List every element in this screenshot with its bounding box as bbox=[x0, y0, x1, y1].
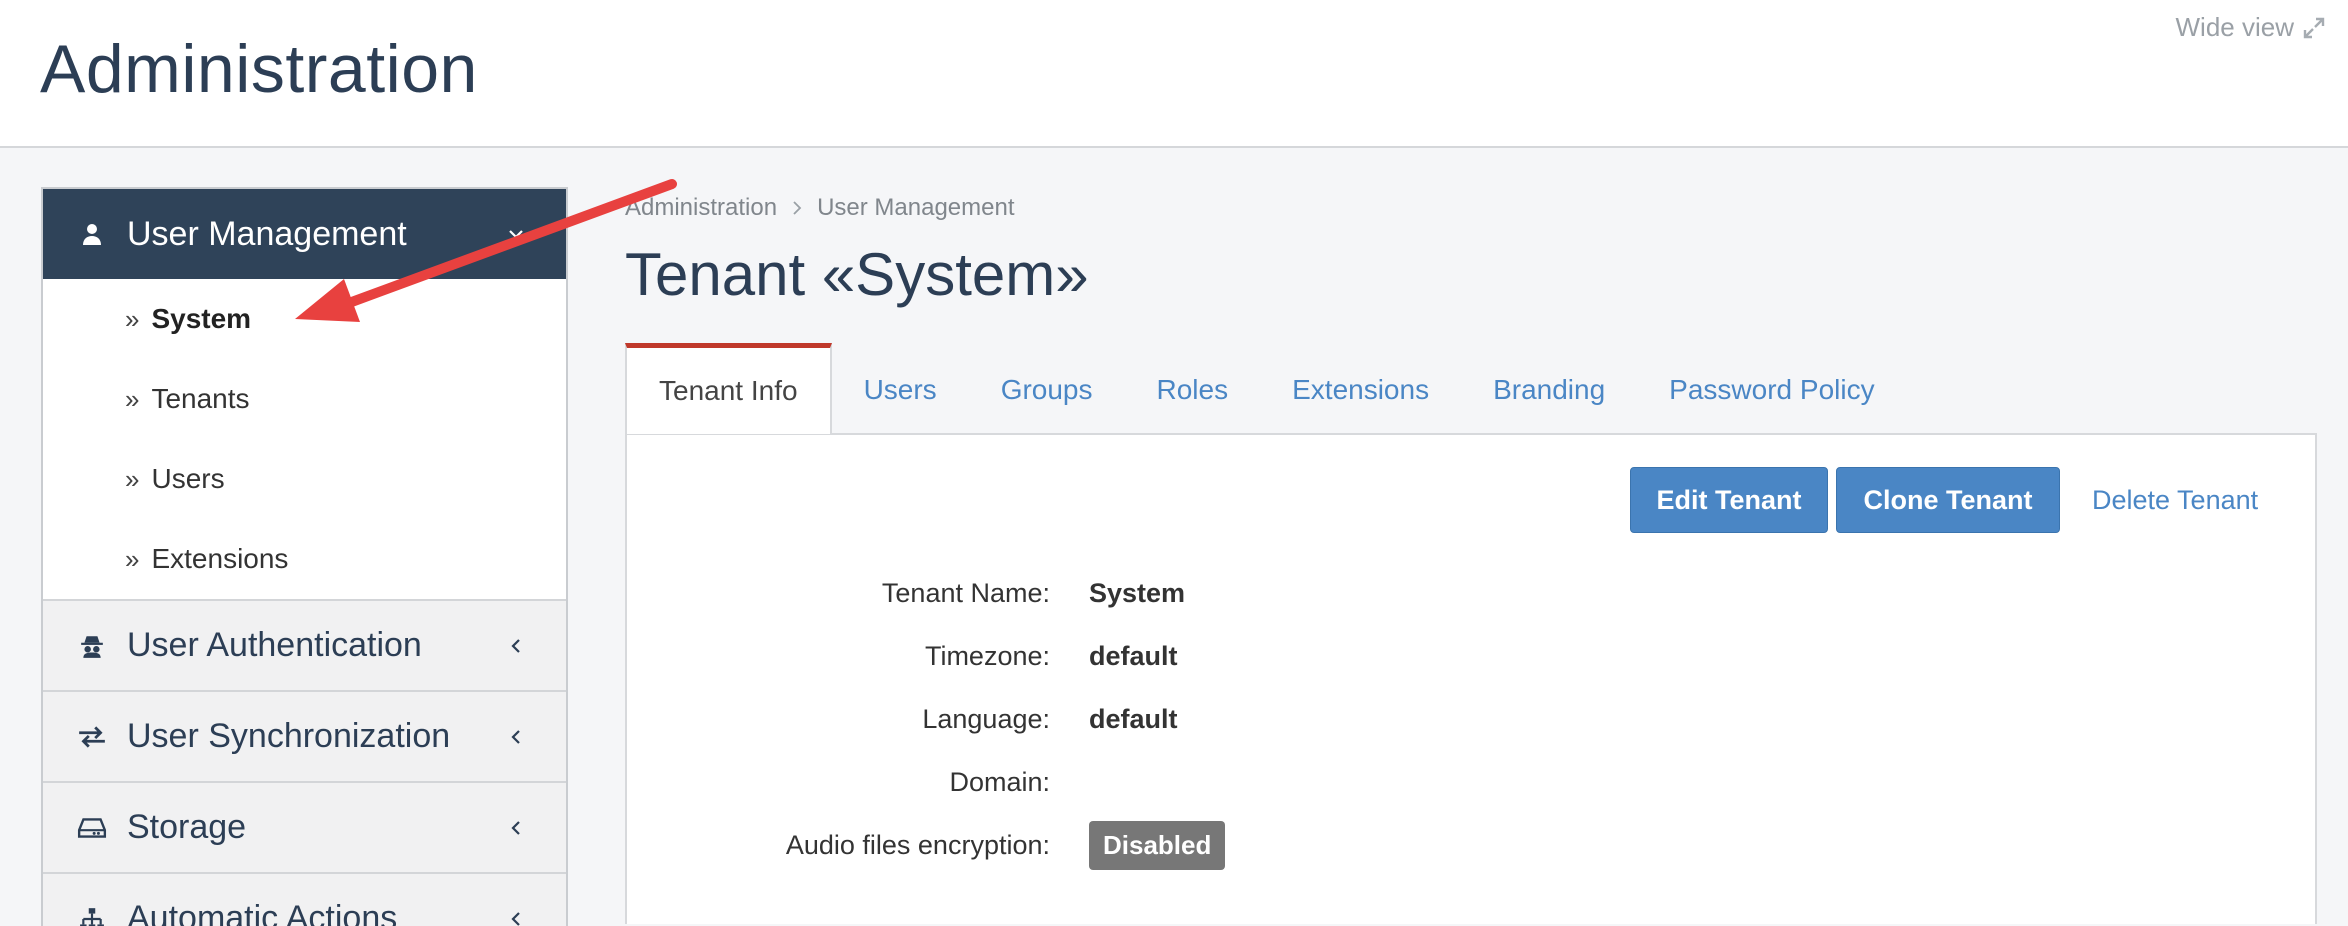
breadcrumb: Administration User Management bbox=[625, 194, 1015, 222]
sidebar-section-user-management[interactable]: User Management bbox=[43, 189, 566, 279]
sitemap-icon bbox=[77, 904, 107, 926]
sidebar-section-label: User Management bbox=[127, 215, 407, 254]
sidebar-submenu: » System » Tenants » Users » Extensions bbox=[43, 279, 566, 599]
sidebar-item-extensions[interactable]: » Extensions bbox=[43, 519, 566, 599]
chevron-left-icon bbox=[506, 636, 526, 656]
tenant-title: Tenant «System» bbox=[625, 240, 1089, 309]
chevron-left-icon bbox=[506, 818, 526, 838]
sidebar-item-label: System bbox=[151, 303, 251, 335]
spy-icon bbox=[77, 631, 107, 661]
sidebar-item-tenants[interactable]: » Tenants bbox=[43, 359, 566, 439]
sidebar-section-label: Storage bbox=[127, 808, 246, 847]
tab-tenant-info[interactable]: Tenant Info bbox=[625, 343, 832, 434]
field-value: default bbox=[1089, 641, 1178, 672]
sidebar-item-label: Tenants bbox=[151, 383, 249, 415]
sidebar-item-label: Extensions bbox=[151, 543, 288, 575]
status-badge: Disabled bbox=[1089, 821, 1225, 870]
double-chevron-right-icon: » bbox=[125, 384, 139, 415]
hdd-icon bbox=[77, 813, 107, 843]
page-title: Administration bbox=[40, 30, 478, 108]
sidebar-item-label: Users bbox=[151, 463, 224, 495]
field-label: Timezone: bbox=[627, 641, 1050, 672]
chevron-left-icon bbox=[506, 727, 526, 747]
breadcrumb-user-management[interactable]: User Management bbox=[817, 194, 1014, 222]
tab-password-policy[interactable]: Password Policy bbox=[1637, 346, 1906, 434]
field-audio-encryption: Audio files encryption: Disabled bbox=[627, 825, 2227, 865]
field-language: Language: default bbox=[627, 699, 2227, 739]
chevron-down-icon bbox=[506, 224, 526, 244]
field-tenant-name: Tenant Name: System bbox=[627, 573, 2227, 613]
tab-groups[interactable]: Groups bbox=[969, 346, 1125, 434]
tab-extensions[interactable]: Extensions bbox=[1260, 346, 1461, 434]
double-chevron-right-icon: » bbox=[125, 464, 139, 495]
wide-view-label: Wide view bbox=[2176, 12, 2294, 43]
exchange-icon bbox=[77, 722, 107, 752]
delete-tenant-link[interactable]: Delete Tenant bbox=[2092, 467, 2258, 533]
field-label: Tenant Name: bbox=[627, 578, 1050, 609]
field-label: Language: bbox=[627, 704, 1050, 735]
field-value: System bbox=[1089, 578, 1185, 609]
field-domain: Domain: bbox=[627, 762, 2227, 802]
expand-icon bbox=[2302, 16, 2326, 40]
tab-users[interactable]: Users bbox=[832, 346, 969, 434]
tab-branding[interactable]: Branding bbox=[1461, 346, 1637, 434]
sidebar-section-automatic-actions[interactable]: Automatic Actions bbox=[43, 872, 566, 926]
user-icon bbox=[77, 219, 107, 249]
field-value: default bbox=[1089, 704, 1178, 735]
sidebar-section-label: User Synchronization bbox=[127, 717, 450, 756]
wide-view-toggle[interactable]: Wide view bbox=[2176, 12, 2326, 43]
page-header: Administration Wide view bbox=[0, 0, 2348, 148]
sidebar-section-user-authentication[interactable]: User Authentication bbox=[43, 599, 566, 690]
sidebar: User Management » System » Tenants » Use… bbox=[41, 187, 568, 926]
double-chevron-right-icon: » bbox=[125, 304, 139, 335]
sidebar-item-system[interactable]: » System bbox=[43, 279, 566, 359]
field-label: Domain: bbox=[627, 767, 1050, 798]
sidebar-section-storage[interactable]: Storage bbox=[43, 781, 566, 872]
clone-tenant-button[interactable]: Clone Tenant bbox=[1836, 467, 2060, 533]
chevron-left-icon bbox=[506, 909, 526, 926]
sidebar-section-user-synchronization[interactable]: User Synchronization bbox=[43, 690, 566, 781]
field-timezone: Timezone: default bbox=[627, 636, 2227, 676]
sidebar-section-label: User Authentication bbox=[127, 626, 422, 665]
breadcrumb-administration[interactable]: Administration bbox=[625, 194, 777, 222]
double-chevron-right-icon: » bbox=[125, 544, 139, 575]
tab-roles[interactable]: Roles bbox=[1125, 346, 1261, 434]
field-label: Audio files encryption: bbox=[627, 830, 1050, 861]
tenant-info-panel: Edit Tenant Clone Tenant Delete Tenant T… bbox=[625, 433, 2317, 924]
chevron-right-icon bbox=[791, 200, 803, 216]
sidebar-section-label: Automatic Actions bbox=[127, 899, 397, 926]
edit-tenant-button[interactable]: Edit Tenant bbox=[1630, 467, 1828, 533]
sidebar-item-users[interactable]: » Users bbox=[43, 439, 566, 519]
tab-bar: Tenant Info Users Groups Roles Extension… bbox=[625, 343, 1907, 434]
